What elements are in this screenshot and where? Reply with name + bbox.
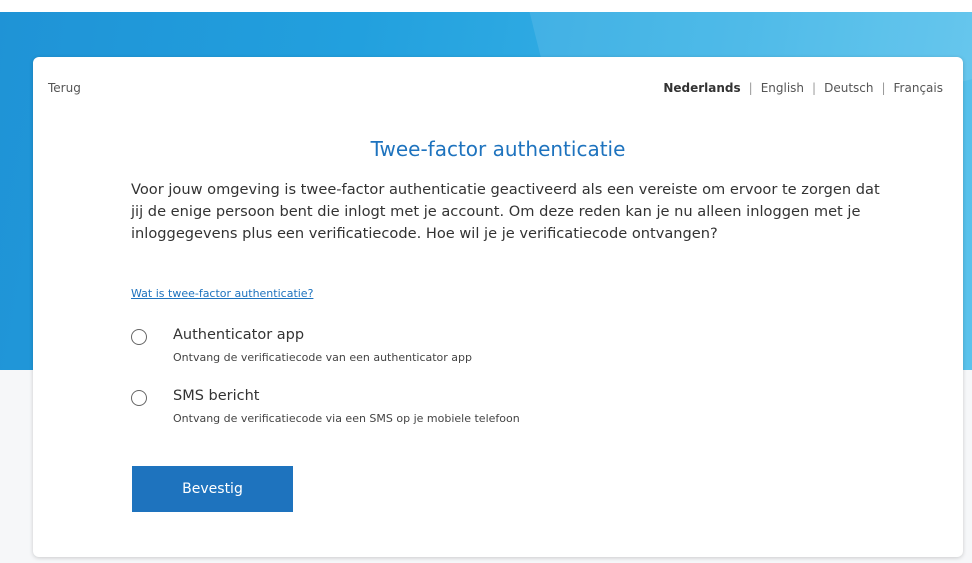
lang-separator: | <box>812 81 817 95</box>
lang-separator: | <box>881 81 886 95</box>
option-sms[interactable]: SMS bericht Ontvang de verificatiecode v… <box>131 388 731 432</box>
top-strip <box>0 0 972 12</box>
lang-deutsch[interactable]: Deutsch <box>824 81 873 95</box>
intro-text: Voor jouw omgeving is twee-factor authen… <box>131 181 880 242</box>
page-title: Twee-factor authenticatie <box>370 137 626 161</box>
confirm-button[interactable]: Bevestig <box>132 466 293 512</box>
option-description: Ontvang de verificatiecode van een authe… <box>173 351 473 364</box>
option-label: SMS bericht <box>173 388 260 404</box>
option-description: Ontvang de verificatiecode via een SMS o… <box>173 412 520 425</box>
option-authenticator-app[interactable]: Authenticator app Ontvang de verificatie… <box>131 327 731 371</box>
lang-nederlands[interactable]: Nederlands <box>663 81 740 95</box>
language-selector: Nederlands | English | Deutsch | Françai… <box>663 81 943 95</box>
back-link[interactable]: Terug <box>48 81 81 95</box>
option-label: Authenticator app <box>173 327 305 343</box>
lang-francais[interactable]: Français <box>894 81 943 95</box>
radio-sms[interactable] <box>131 390 147 406</box>
lang-separator: | <box>748 81 753 95</box>
auth-card: Terug Nederlands | English | Deutsch | F… <box>33 57 963 557</box>
radio-authenticator-app[interactable] <box>131 329 147 345</box>
lang-english[interactable]: English <box>761 81 804 95</box>
help-link[interactable]: Wat is twee-factor authenticatie? <box>131 287 313 300</box>
